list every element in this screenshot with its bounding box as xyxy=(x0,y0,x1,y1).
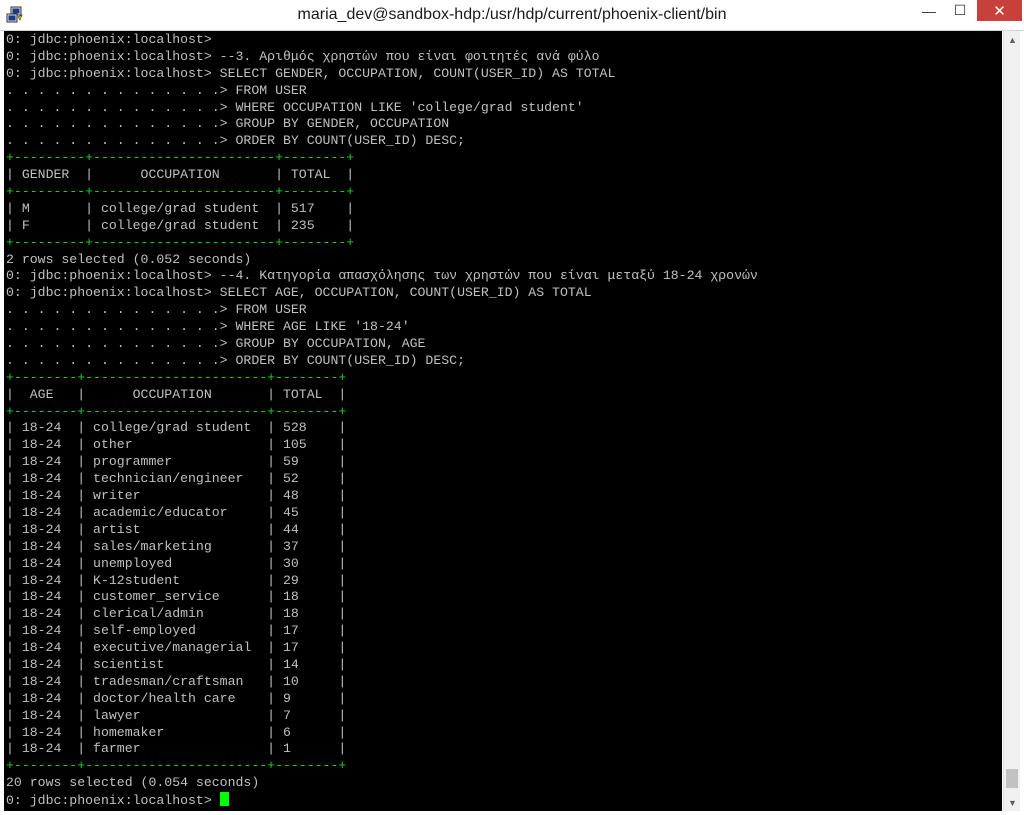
terminal-line: | 18-24 | self-employed | 17 | xyxy=(6,623,347,639)
terminal-line: | GENDER | OCCUPATION | TOTAL | xyxy=(6,167,355,183)
terminal-line: 0: jdbc:phoenix:localhost> --3. Αριθμός … xyxy=(6,48,600,64)
chevron-down-icon[interactable]: ▼ xyxy=(1004,794,1021,811)
minimize-icon: — xyxy=(922,2,936,19)
maximize-button[interactable]: ☐ xyxy=(945,0,975,21)
terminal-line: 0: jdbc:phoenix:localhost> xyxy=(6,32,212,47)
scrollbar-thumb[interactable] xyxy=(1006,769,1018,788)
table-border-line: +--------+-----------------------+------… xyxy=(6,403,347,419)
table-border-line: +---------+-----------------------+-----… xyxy=(6,234,355,250)
terminal-line: | 18-24 | executive/managerial | 17 | xyxy=(6,640,347,656)
terminal-line: | 18-24 | lawyer | 7 | xyxy=(6,707,347,723)
terminal-prompt: 0: jdbc:phoenix:localhost> xyxy=(6,793,220,809)
terminal-line: | 18-24 | clerical/admin | 18 | xyxy=(6,606,347,622)
terminal-line: | 18-24 | college/grad student | 528 | xyxy=(6,420,347,436)
terminal-line: 2 rows selected (0.052 seconds) xyxy=(6,251,252,267)
table-border-line: +--------+-----------------------+------… xyxy=(6,369,347,385)
terminal-line: | 18-24 | technician/engineer | 52 | xyxy=(6,471,347,487)
window-title: maria_dev@sandbox-hdp:/usr/hdp/current/p… xyxy=(297,6,727,23)
terminal-line: | 18-24 | other | 105 | xyxy=(6,437,347,453)
terminal-line: | 18-24 | tradesman/craftsman | 10 | xyxy=(6,673,347,689)
terminal-output[interactable]: 0: jdbc:phoenix:localhost> 0: jdbc:phoeni… xyxy=(4,31,1002,811)
terminal-line: | 18-24 | homemaker | 6 | xyxy=(6,724,347,740)
window-frame-bottom xyxy=(0,811,1024,815)
terminal-line: . . . . . . . . . . . . . .> GROUP BY GE… xyxy=(6,116,450,132)
terminal-line: | AGE | OCCUPATION | TOTAL | xyxy=(6,386,347,402)
terminal-line: | 18-24 | sales/marketing | 37 | xyxy=(6,538,347,554)
close-button[interactable]: ✕ xyxy=(977,0,1022,21)
terminal-line: | 18-24 | customer_service | 18 | xyxy=(6,589,347,605)
minimize-button[interactable]: — xyxy=(914,0,944,21)
terminal-line: | 18-24 | scientist | 14 | xyxy=(6,656,347,672)
terminal-line: | 18-24 | artist | 44 | xyxy=(6,521,347,537)
terminal-line: . . . . . . . . . . . . . .> GROUP BY OC… xyxy=(6,336,426,352)
terminal-line: | 18-24 | programmer | 59 | xyxy=(6,454,347,470)
terminal-line: . . . . . . . . . . . . . .> WHERE OCCUP… xyxy=(6,99,584,115)
terminal-line: | 18-24 | doctor/health care | 9 | xyxy=(6,690,347,706)
terminal-line: | 18-24 | academic/educator | 45 | xyxy=(6,504,347,520)
table-border-line: +---------+-----------------------+-----… xyxy=(6,184,355,200)
terminal-line: | M | college/grad student | 517 | xyxy=(6,200,355,216)
terminal-line: 0: jdbc:phoenix:localhost> SELECT AGE, O… xyxy=(6,285,592,301)
terminal-line: | 18-24 | farmer | 1 | xyxy=(6,741,347,757)
terminal-line: . . . . . . . . . . . . . .> FROM USER xyxy=(6,82,307,98)
terminal-line: | F | college/grad student | 235 | xyxy=(6,217,355,233)
terminal-lines: 0: jdbc:phoenix:localhost> 0: jdbc:phoeni… xyxy=(6,32,758,809)
vertical-scrollbar[interactable]: ▲ ▼ xyxy=(1003,31,1020,811)
table-border-line: +---------+-----------------------+-----… xyxy=(6,150,355,166)
terminal-line: | 18-24 | K-12student | 29 | xyxy=(6,572,347,588)
terminal-line: . . . . . . . . . . . . . .> ORDER BY CO… xyxy=(6,133,465,149)
window-titlebar[interactable]: maria_dev@sandbox-hdp:/usr/hdp/current/p… xyxy=(0,0,1024,31)
table-border-line: +--------+-----------------------+------… xyxy=(6,758,347,774)
terminal-line: . . . . . . . . . . . . . .> ORDER BY CO… xyxy=(6,352,465,368)
terminal-line: | 18-24 | unemployed | 30 | xyxy=(6,555,347,571)
terminal-line: . . . . . . . . . . . . . .> FROM USER xyxy=(6,302,307,318)
close-icon: ✕ xyxy=(993,2,1006,20)
terminal-prompt-line[interactable]: 0: jdbc:phoenix:localhost> xyxy=(6,792,758,809)
maximize-icon: ☐ xyxy=(953,2,967,18)
terminal-line: 20 rows selected (0.054 seconds) xyxy=(6,775,260,791)
terminal-cursor xyxy=(219,792,229,807)
terminal-line: 0: jdbc:phoenix:localhost> SELECT GENDER… xyxy=(6,65,616,81)
terminal-line: | 18-24 | writer | 48 | xyxy=(6,488,347,504)
terminal-line: 0: jdbc:phoenix:localhost> --4. Κατηγορί… xyxy=(6,268,758,284)
chevron-up-icon[interactable]: ▲ xyxy=(1004,31,1021,48)
terminal-line: . . . . . . . . . . . . . .> WHERE AGE L… xyxy=(6,319,410,335)
